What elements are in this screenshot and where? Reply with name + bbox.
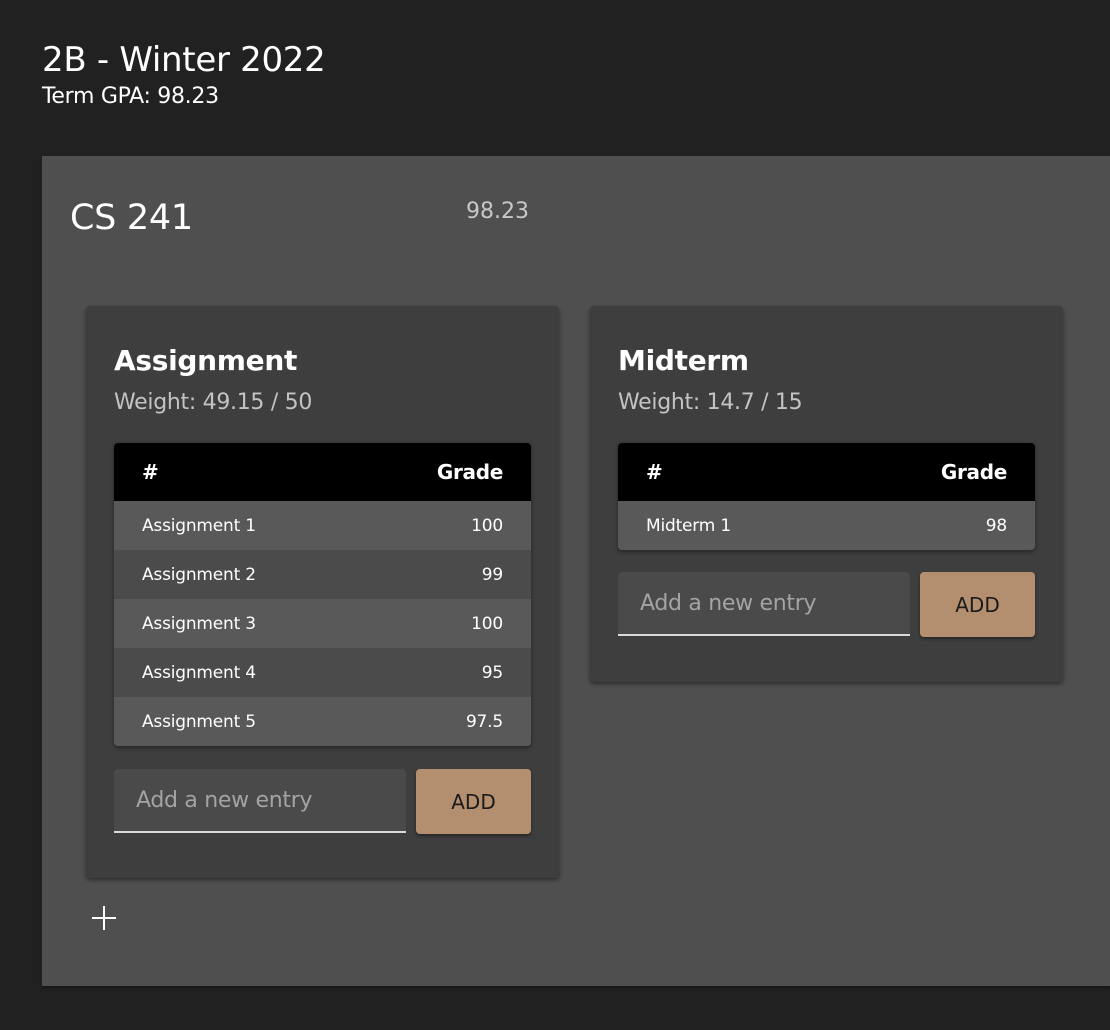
column-header-number: #: [646, 460, 663, 484]
plus-icon[interactable]: [92, 906, 116, 930]
row-name: Assignment 5: [142, 711, 256, 732]
term-title: 2B - Winter 2022: [42, 40, 326, 80]
course-panel: CS 241 98.23 Assignment Weight: 49.15 / …: [42, 156, 1110, 986]
row-grade: 98: [985, 515, 1007, 536]
column-header-number: #: [142, 460, 159, 484]
add-entry-button[interactable]: ADD: [416, 769, 531, 834]
new-entry-input[interactable]: [114, 769, 406, 833]
category-title: Midterm: [618, 344, 749, 377]
row-grade: 97.5: [465, 711, 503, 732]
category-card-assignment: Assignment Weight: 49.15 / 50 # Grade As…: [86, 306, 559, 878]
row-name: Assignment 4: [142, 662, 256, 683]
row-grade: 100: [471, 515, 503, 536]
grade-table: # Grade Midterm 1 98: [618, 443, 1035, 550]
add-entry-button[interactable]: ADD: [920, 572, 1035, 637]
term-gpa: Term GPA: 98.23: [42, 84, 219, 109]
category-title: Assignment: [114, 344, 298, 377]
category-weight: Weight: 49.15 / 50: [114, 390, 313, 415]
row-grade: 100: [471, 613, 503, 634]
row-name: Assignment 2: [142, 564, 256, 585]
table-row[interactable]: Midterm 1 98: [618, 501, 1035, 550]
column-header-grade: Grade: [436, 460, 503, 484]
term-header: 2B - Winter 2022 Term GPA: 98.23: [42, 38, 326, 112]
column-header-grade: Grade: [940, 460, 1007, 484]
table-row[interactable]: Assignment 4 95: [114, 648, 531, 697]
table-row[interactable]: Assignment 2 99: [114, 550, 531, 599]
row-name: Assignment 1: [142, 515, 256, 536]
course-grade: 98.23: [466, 199, 529, 224]
course-name: CS 241: [70, 198, 193, 238]
table-body: Assignment 1 100 Assignment 2 99 Assignm…: [114, 501, 531, 746]
table-body: Midterm 1 98: [618, 501, 1035, 550]
table-row[interactable]: Assignment 3 100: [114, 599, 531, 648]
category-weight: Weight: 14.7 / 15: [618, 390, 803, 415]
new-entry-input[interactable]: [618, 572, 910, 636]
table-header: # Grade: [114, 443, 531, 501]
grade-table: # Grade Assignment 1 100 Assignment 2 99…: [114, 443, 531, 746]
category-card-midterm: Midterm Weight: 14.7 / 15 # Grade Midter…: [590, 306, 1063, 682]
table-row[interactable]: Assignment 5 97.5: [114, 697, 531, 746]
row-grade: 99: [481, 564, 503, 585]
table-row[interactable]: Assignment 1 100: [114, 501, 531, 550]
row-name: Assignment 3: [142, 613, 256, 634]
row-name: Midterm 1: [646, 515, 731, 536]
table-header: # Grade: [618, 443, 1035, 501]
row-grade: 95: [481, 662, 503, 683]
